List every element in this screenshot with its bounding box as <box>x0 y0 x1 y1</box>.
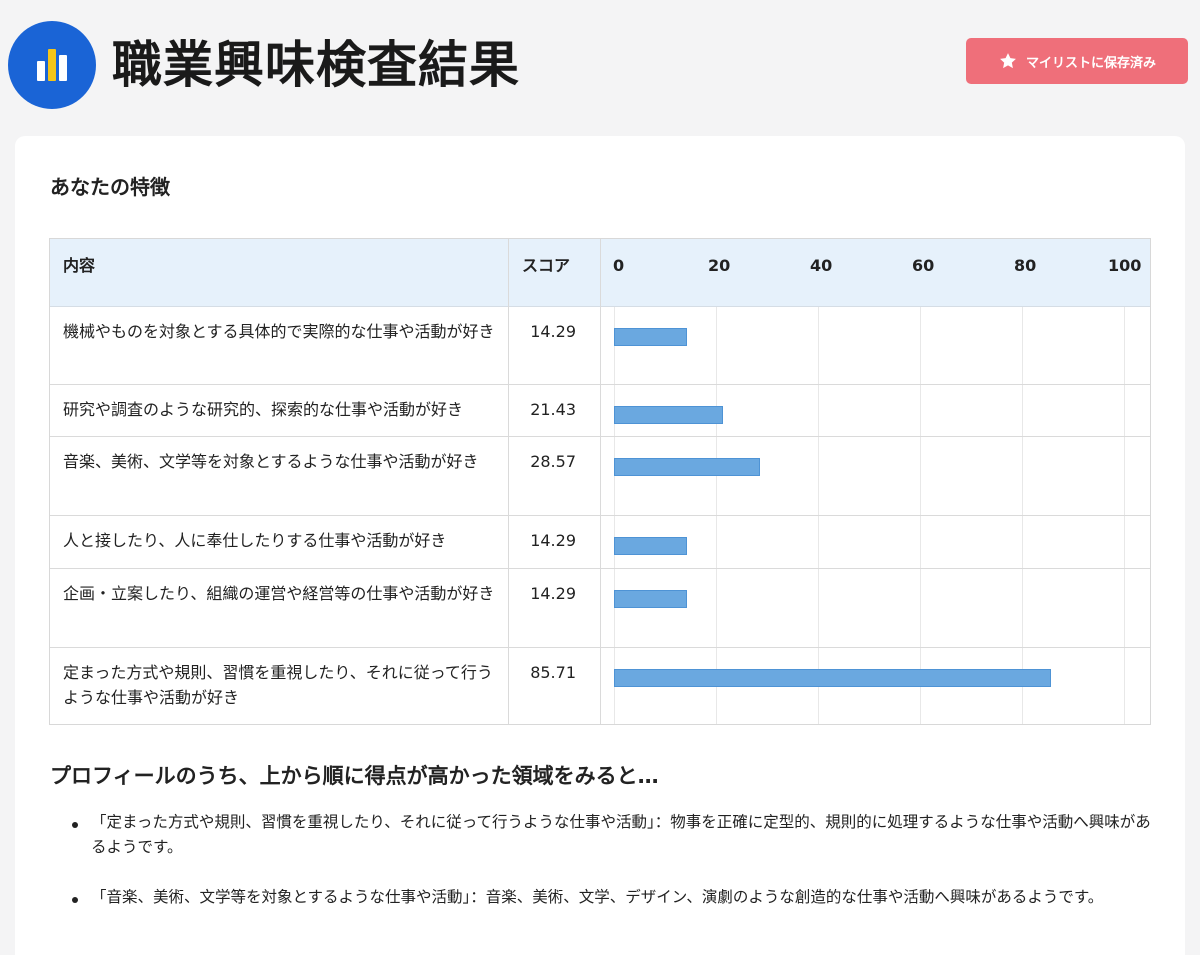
grid-line <box>818 307 819 384</box>
grid-line <box>716 516 717 568</box>
axis-tick-label: 40 <box>810 256 833 275</box>
grid-line <box>920 437 921 515</box>
grid-line <box>1022 516 1023 568</box>
table-row: 定まった方式や規則、習慣を重視したり、それに従って行うような仕事や活動が好き 85… <box>50 648 1150 724</box>
score-bar <box>614 406 724 424</box>
grid-line <box>614 437 615 515</box>
score-table: 内容 スコア 0 20 40 60 80 100 機械やものを対象とする具体的で実際的な仕… <box>49 238 1151 725</box>
profile-item: 「音楽、美術、文学等を対象とするような仕事や活動」：音楽、美術、文学、デザイン、… <box>91 888 1104 906</box>
grid-line <box>716 307 717 384</box>
page-title: 職業興味検査結果 <box>112 36 520 94</box>
bullet-dot <box>72 897 78 903</box>
header-score: スコア <box>522 256 571 275</box>
grid-line <box>1124 569 1125 647</box>
table-row: 人と接したり、人に奉仕したりする仕事や活動が好き 14.29 <box>50 516 1150 569</box>
grid-line <box>920 516 921 568</box>
score-bar <box>614 537 687 555</box>
grid-line <box>716 569 717 647</box>
score-bar <box>614 590 687 608</box>
header-content: 内容 <box>63 256 96 275</box>
row-score: 14.29 <box>530 531 576 550</box>
score-bar <box>614 328 687 346</box>
score-bar <box>614 669 1052 687</box>
table-row: 機械やものを対象とする具体的で実際的な仕事や活動が好き 14.29 <box>50 307 1150 385</box>
bullet-dot <box>72 822 78 828</box>
page-header: 職業興味検査結果 マイリストに保存済み <box>0 0 1200 130</box>
grid-line <box>1022 437 1023 515</box>
row-score: 14.29 <box>530 322 576 341</box>
grid-line <box>1124 516 1125 568</box>
row-content: 企画・立案したり、組織の運営や経営等の仕事や活動が好き <box>63 584 495 603</box>
table-row: 音楽、美術、文学等を対象とするような仕事や活動が好き 28.57 <box>50 437 1150 516</box>
grid-line <box>818 385 819 436</box>
row-score: 28.57 <box>530 452 576 471</box>
profile-item: 「定まった方式や規則、習慣を重視したり、それに従って行うような仕事や活動」：物事… <box>91 813 1151 856</box>
grid-line <box>1124 307 1125 384</box>
grid-line <box>818 437 819 515</box>
table-row: 企画・立案したり、組織の運営や経営等の仕事や活動が好き 14.29 <box>50 569 1150 648</box>
section-title: あなたの特徴 <box>50 175 170 199</box>
grid-line <box>1124 648 1125 724</box>
grid-line <box>920 307 921 384</box>
grid-line <box>920 385 921 436</box>
table-row: 研究や調査のような研究的、探索的な仕事や活動が好き 21.43 <box>50 385 1150 437</box>
row-content: 音楽、美術、文学等を対象とするような仕事や活動が好き <box>63 452 479 471</box>
axis-tick-label: 0 <box>613 256 625 275</box>
grid-line <box>716 437 717 515</box>
grid-line <box>818 516 819 568</box>
row-content: 研究や調査のような研究的、探索的な仕事や活動が好き <box>63 400 464 419</box>
axis-tick-label: 100 <box>1108 256 1142 275</box>
grid-line <box>1022 385 1023 436</box>
axis-tick-label: 20 <box>708 256 731 275</box>
grid-line <box>1022 307 1023 384</box>
bar-chart-icon <box>8 21 96 109</box>
star-icon <box>1000 53 1016 69</box>
row-score: 21.43 <box>530 400 576 419</box>
profile-title: プロフィールのうち、上から順に得点が高かった領域をみると… <box>50 764 659 788</box>
grid-line <box>920 569 921 647</box>
grid-line <box>818 569 819 647</box>
axis-tick-label: 80 <box>1014 256 1037 275</box>
grid-line <box>614 569 615 647</box>
grid-line <box>1124 385 1125 436</box>
row-score: 85.71 <box>530 663 576 682</box>
save-to-mylist-button[interactable]: マイリストに保存済み <box>966 38 1188 84</box>
grid-line <box>1022 569 1023 647</box>
row-score: 14.29 <box>530 584 576 603</box>
save-button-label: マイリストに保存済み <box>1025 55 1156 71</box>
row-content: 人と接したり、人に奉仕したりする仕事や活動が好き <box>63 531 447 550</box>
axis-tick-label: 60 <box>912 256 935 275</box>
score-bar <box>614 458 760 476</box>
row-content: 機械やものを対象とする具体的で実際的な仕事や活動が好き <box>63 322 495 341</box>
row-content: 定まった方式や規則、習慣を重視したり、それに従って行うような仕事や活動が好き <box>63 663 493 707</box>
grid-line <box>1124 437 1125 515</box>
